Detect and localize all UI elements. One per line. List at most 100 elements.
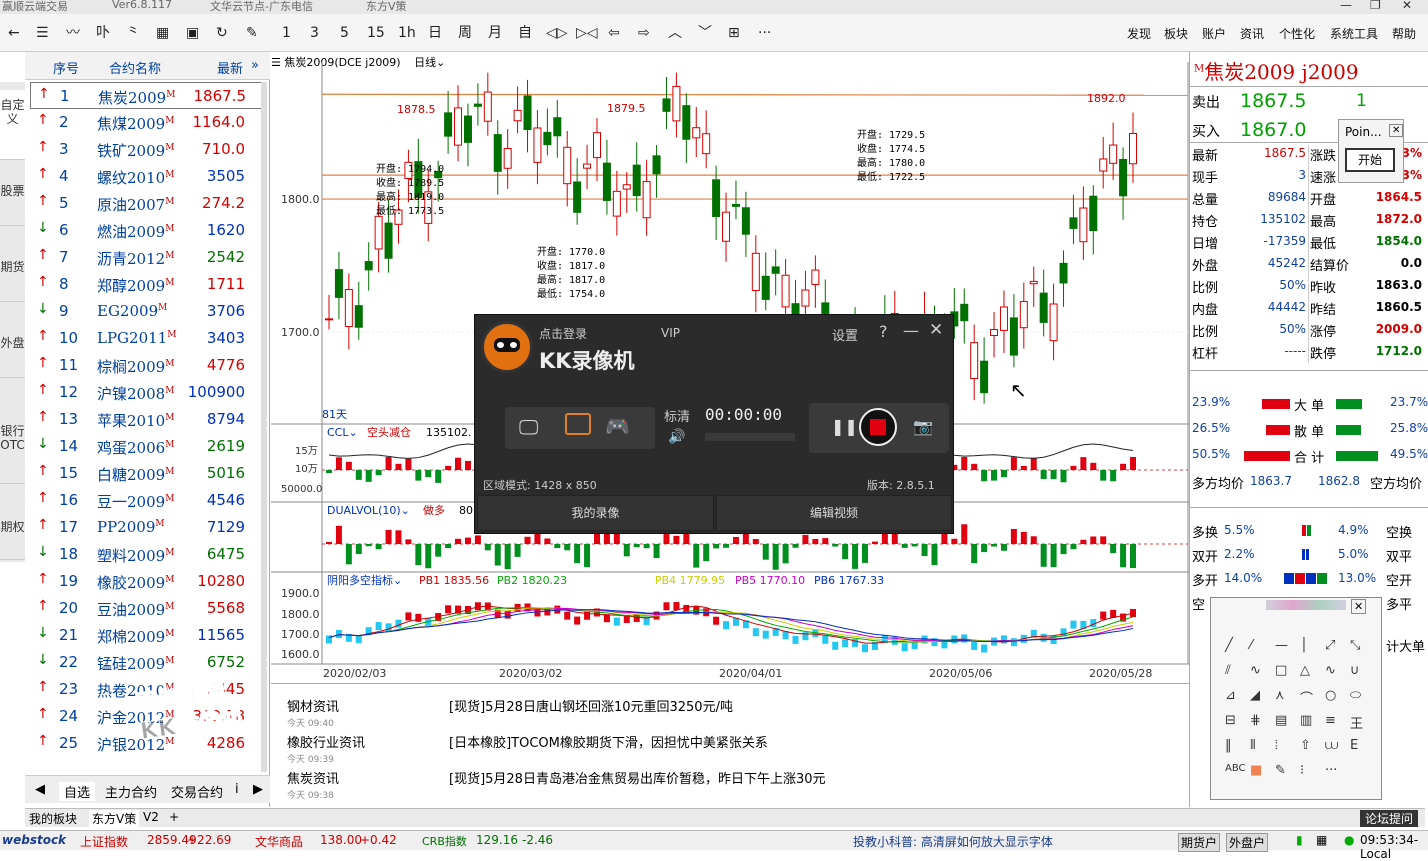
draw-tool-icon[interactable]: ╱ (1225, 638, 1233, 653)
news-category[interactable]: 钢材资讯 (287, 696, 339, 715)
draw-tool-icon[interactable]: ‖ (1225, 738, 1232, 753)
tab-trade-contracts[interactable]: 交易合约 (171, 782, 223, 801)
draw-tool-icon[interactable]: ABC (1225, 763, 1246, 774)
draw-tool-icon[interactable]: 王 (1350, 713, 1363, 732)
draw-tool-icon[interactable]: ▤ (1275, 713, 1287, 728)
help-icon[interactable]: ? (879, 322, 888, 341)
draw-tool-icon[interactable]: ⊿ (1225, 688, 1236, 703)
table-row[interactable]: ↑ 4 螺纹2010M 3505 (25, 163, 265, 190)
menu-discover[interactable]: 发现 (1127, 25, 1151, 42)
edit-video-button[interactable]: 编辑视频 (716, 495, 952, 531)
col-no[interactable]: 序号 (53, 58, 79, 77)
draw-tool-icon[interactable]: Ε (1350, 738, 1358, 753)
game-mode-icon[interactable]: 🎮 (605, 414, 630, 438)
menu-account[interactable]: 账户 (1202, 25, 1226, 42)
vtab-stocks[interactable]: 股票 (0, 166, 25, 226)
news-category[interactable]: 橡胶行业资讯 (287, 732, 365, 751)
tab-v2[interactable]: V2 (143, 810, 159, 824)
table-row[interactable]: ↑ 16 豆一2009M 4546 (25, 487, 265, 514)
draw-tool-icon[interactable]: ⊟ (1225, 713, 1236, 728)
col-name[interactable]: 合约名称 (109, 58, 161, 77)
table-row[interactable]: ↑ 19 橡胶2009M 10280 (25, 568, 265, 595)
tab-my-sector[interactable]: 我的板块 (29, 810, 77, 827)
minimize-icon[interactable]: — (903, 321, 919, 340)
grid-icon[interactable]: ▦ (156, 24, 169, 42)
table-row[interactable]: ↑ 1 焦炭2009M 1867.5 (30, 82, 262, 109)
news-category[interactable]: 焦炭资讯 (287, 768, 339, 787)
add-tab-button[interactable]: + (169, 810, 179, 824)
menu-help[interactable]: 帮助 (1392, 25, 1416, 42)
tab-favorites[interactable]: 自选 (59, 782, 96, 801)
table-row[interactable]: ↑ 20 豆油2009M 5568 (25, 595, 265, 622)
vtab-bank-otc[interactable]: 银行OTC (0, 384, 25, 484)
volume-icon[interactable]: 🔊 (668, 429, 685, 445)
period-week[interactable]: 周 (458, 24, 472, 42)
menu-news[interactable]: 资讯 (1240, 25, 1264, 42)
draw-tool-icon[interactable]: ■ (1250, 763, 1262, 778)
table-row[interactable]: ↓ 9 EG2009M 3706 (25, 298, 265, 325)
tip-link[interactable]: 投教小科普: 高清屏如何放大显示字体 (853, 833, 1053, 850)
up-icon[interactable]: ︿ (668, 24, 682, 42)
toolbox-close-icon[interactable]: ✕ (1351, 599, 1367, 614)
table-row[interactable]: ↑ 15 白糖2009M 5016 (25, 460, 265, 487)
draw-tool-icon[interactable]: ✎ (1275, 763, 1286, 778)
draw-tool-icon[interactable]: ⇧ (1300, 738, 1311, 753)
save-icon[interactable]: ▣ (186, 24, 199, 42)
period-month[interactable]: 月 (488, 24, 502, 42)
tab-main-contracts[interactable]: 主力合约 (105, 782, 157, 801)
line-chart-icon[interactable]: 〰 (66, 24, 80, 42)
watchlist-scrollbar[interactable] (261, 82, 267, 772)
forum-button[interactable]: 论坛提问 (1360, 810, 1419, 827)
draw-tool-icon[interactable]: ··· (1325, 763, 1337, 778)
table-row[interactable]: ↑ 12 沪镍2008M 100900 (25, 379, 265, 406)
draw-tool-icon[interactable]: ⬭ (1350, 688, 1361, 703)
draw-tool-icon[interactable]: ≡ (1325, 713, 1336, 728)
table-row[interactable]: ↑ 7 沥青2012M 2542 (25, 244, 265, 271)
draw-tool-icon[interactable]: ○ (1325, 688, 1336, 703)
draw-tool-icon[interactable]: ▥ (1300, 713, 1312, 728)
settings-link[interactable]: 设置 (832, 325, 858, 344)
table-row[interactable]: ↓ 21 郑棉2009M 11565 (25, 622, 265, 649)
period-day[interactable]: 日 (428, 24, 442, 42)
draw-tool-icon[interactable]: ⦙ (1275, 738, 1278, 753)
period-1[interactable]: 1 (282, 24, 291, 42)
my-recordings-button[interactable]: 我的录像 (477, 495, 714, 531)
region-mode-icon[interactable] (565, 413, 591, 435)
draw-tool-icon[interactable]: ⁄ (1250, 638, 1252, 653)
draw-icon[interactable]: ✎ (246, 24, 258, 42)
expand-icon[interactable]: » (251, 58, 259, 73)
vip-label[interactable]: VIP (661, 326, 680, 340)
back-icon[interactable]: ← (8, 24, 20, 42)
vtab-options[interactable]: 期权 (0, 490, 25, 560)
login-link[interactable]: 点击登录 (539, 325, 587, 342)
draw-tool-icon[interactable]: ∿ (1250, 663, 1261, 678)
down-icon[interactable]: ﹀ (698, 24, 712, 42)
col-price[interactable]: 最新 (217, 58, 243, 77)
table-row[interactable]: ↑ 8 郑醇2009M 1711 (25, 271, 265, 298)
draw-tool-icon[interactable]: ⦀ (1250, 738, 1256, 753)
kline-icon[interactable]: 卟 (96, 24, 110, 42)
layout-icon[interactable]: ⊞ (728, 24, 740, 42)
zoom-in-icon[interactable]: ◁▷ (546, 24, 568, 42)
table-row[interactable]: ↑ 13 苹果2010M 8794 (25, 406, 265, 433)
prev-icon[interactable]: ◀ (35, 782, 45, 797)
period-custom[interactable]: 自 (518, 24, 532, 42)
draw-tool-icon[interactable]: ⩊ (1325, 738, 1338, 753)
minimize-icon[interactable]: — (1340, 0, 1352, 12)
menu-tools[interactable]: 系统工具 (1330, 25, 1378, 42)
table-row[interactable]: ↓ 18 塑料2009M 6475 (25, 541, 265, 568)
close-icon[interactable]: ✕ (1402, 0, 1412, 12)
more-icon[interactable]: ··· (758, 24, 771, 42)
draw-tool-icon[interactable]: ⤡ (1350, 638, 1360, 653)
news-headline[interactable]: [日本橡胶]TOCOM橡胶期货下滑，因担忧中美紧张关系 (449, 732, 768, 751)
table-row[interactable]: ↓ 22 锰硅2009M 6752 (25, 649, 265, 676)
draw-tool-icon[interactable]: ∿ (1325, 663, 1336, 678)
menu-personalize[interactable]: 个性化 (1279, 25, 1315, 42)
draw-tool-icon[interactable]: ∪ (1350, 663, 1360, 678)
period-15[interactable]: 15 (367, 24, 385, 42)
table-row[interactable]: ↑ 5 原油2007M 274.2 (25, 190, 265, 217)
right-icon[interactable]: ⇨ (638, 24, 650, 42)
list-icon[interactable]: ☰ (36, 24, 49, 42)
table-row[interactable]: ↑ 2 焦煤2009M 1164.0 (25, 109, 265, 136)
table-row[interactable]: ↓ 6 燃油2009M 1620 (25, 217, 265, 244)
